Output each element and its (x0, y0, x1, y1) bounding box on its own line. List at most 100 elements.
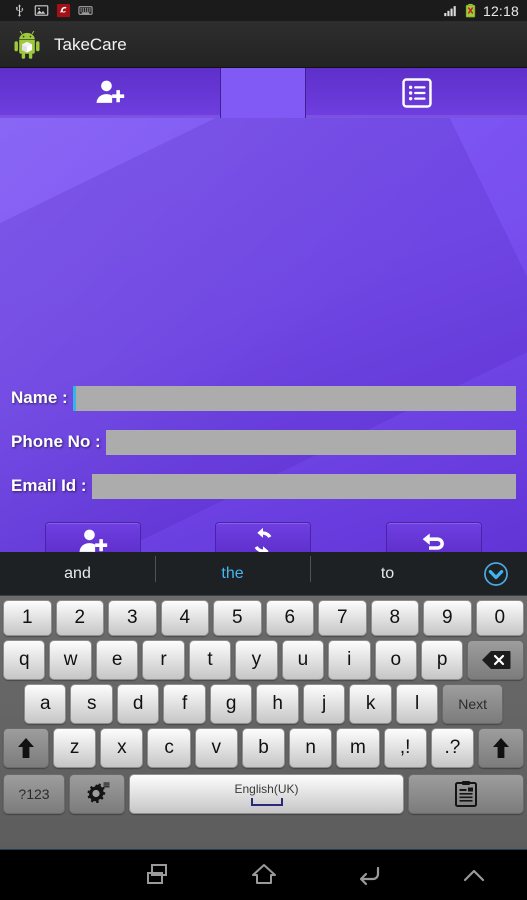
key-e[interactable]: e (95, 640, 139, 680)
key-w[interactable]: w (49, 640, 92, 680)
tab-add-contact[interactable] (0, 68, 221, 118)
key-clipboard[interactable] (408, 774, 524, 814)
suggestion-and[interactable]: and (0, 565, 155, 583)
key-j[interactable]: j (302, 684, 346, 724)
key-i[interactable]: i (328, 640, 371, 680)
shift-arrow-icon (492, 738, 509, 758)
form-row-name: Name : (0, 376, 527, 420)
suggestion-to[interactable]: to (310, 555, 465, 583)
key-3[interactable]: 3 (108, 600, 157, 636)
key-5[interactable]: 5 (213, 600, 262, 636)
add-person-icon (96, 80, 125, 103)
content-area: Name : Phone No : Email Id : (0, 118, 527, 552)
gallery-icon (34, 5, 49, 16)
key-2[interactable]: 2 (55, 600, 104, 636)
email-input[interactable] (91, 473, 516, 499)
keyboard-row-bottom: z x c v b n m ,! .? (0, 728, 527, 768)
key-u[interactable]: u (281, 640, 325, 680)
space-glyph-icon (250, 797, 283, 806)
key-n[interactable]: n (289, 728, 333, 768)
suggestion-the[interactable]: the (155, 555, 310, 583)
key-1[interactable]: 1 (3, 600, 52, 636)
keyboard-icon (78, 6, 93, 15)
back-arrow-icon (359, 866, 380, 886)
status-bar-notification-icons (0, 3, 93, 18)
key-k[interactable]: k (349, 684, 392, 724)
contact-form: Name : Phone No : Email Id : (0, 376, 527, 552)
key-v[interactable]: v (194, 728, 238, 768)
key-8[interactable]: 8 (370, 600, 419, 636)
key-space[interactable]: English(UK) (129, 774, 404, 814)
key-period-question[interactable]: .? (430, 728, 474, 768)
keyboard-row-top: q w e r t y u i o p (0, 640, 527, 680)
status-bar: 12:18 (0, 0, 527, 22)
key-h[interactable]: h (256, 684, 299, 724)
suggestions-expand-button[interactable] (465, 561, 527, 587)
key-4[interactable]: 4 (160, 600, 209, 636)
status-bar-clock: 12:18 (482, 2, 519, 19)
form-row-phone: Phone No : (0, 420, 527, 464)
key-l[interactable]: l (395, 684, 439, 724)
key-s[interactable]: s (70, 684, 113, 724)
tab-indicator-gap (221, 68, 305, 118)
hide-keyboard-button[interactable] (422, 860, 527, 890)
key-comma-exclamation[interactable]: ,! (383, 728, 427, 768)
home-icon (251, 864, 276, 884)
phone-input[interactable] (105, 429, 516, 455)
name-label: Name : (11, 388, 68, 407)
avira-icon (56, 3, 71, 18)
recents-button[interactable] (105, 860, 210, 890)
key-g[interactable]: g (209, 684, 253, 724)
shift-arrow-icon (18, 738, 35, 758)
soft-keyboard: and the to 1 2 3 4 5 6 7 8 9 0 q w e r t… (0, 552, 527, 849)
key-settings[interactable] (69, 774, 125, 814)
key-shift-right[interactable] (477, 728, 524, 768)
key-c[interactable]: c (147, 728, 191, 768)
action-bar: TakeCare (0, 22, 527, 68)
key-b[interactable]: b (241, 728, 286, 768)
key-m[interactable]: m (336, 728, 380, 768)
back-button[interactable] (316, 860, 421, 890)
tab-list-contacts[interactable] (305, 68, 527, 118)
key-symbols[interactable]: ?123 (3, 774, 65, 814)
key-p[interactable]: p (420, 640, 464, 680)
key-o[interactable]: o (374, 640, 417, 680)
chevron-up-icon (464, 869, 485, 882)
key-0[interactable]: 0 (475, 600, 524, 636)
refresh-icon (255, 527, 272, 552)
usb-icon (15, 4, 24, 17)
keyboard-row-numbers: 1 2 3 4 5 6 7 8 9 0 (0, 600, 527, 636)
home-button[interactable] (211, 860, 316, 890)
keyboard-row-function: ?123 English(UK) (0, 774, 527, 814)
form-row-email: Email Id : (0, 464, 527, 508)
key-t[interactable]: t (188, 640, 232, 680)
refresh-button[interactable] (215, 522, 312, 552)
undo-arrow-icon (422, 533, 444, 550)
clipboard-icon (455, 781, 477, 807)
backspace-icon (481, 651, 511, 669)
key-next[interactable]: Next (442, 684, 504, 724)
key-a[interactable]: a (23, 684, 67, 724)
android-screen: 12:18 TakeCare Name: Phone No: Email I… (0, 0, 527, 900)
key-7[interactable]: 7 (318, 600, 367, 636)
key-q[interactable]: q (3, 640, 46, 680)
key-x[interactable]: x (100, 728, 144, 768)
key-shift-left[interactable] (3, 728, 50, 768)
key-backspace[interactable] (467, 640, 524, 680)
key-9[interactable]: 9 (423, 600, 472, 636)
signal-bars-icon (444, 6, 456, 17)
key-r[interactable]: r (142, 640, 185, 680)
key-f[interactable]: f (163, 684, 206, 724)
key-z[interactable]: z (53, 728, 97, 768)
phone-label: Phone No : (11, 432, 101, 451)
gear-icon (87, 782, 110, 803)
email-label: Email Id : (11, 476, 87, 495)
name-input[interactable] (72, 385, 516, 411)
key-6[interactable]: 6 (265, 600, 314, 636)
add-contact-button[interactable] (45, 522, 142, 552)
undo-button[interactable] (385, 522, 482, 552)
navigation-bar (0, 849, 527, 900)
key-y[interactable]: y (235, 640, 278, 680)
key-d[interactable]: d (116, 684, 160, 724)
add-person-icon (79, 529, 108, 552)
